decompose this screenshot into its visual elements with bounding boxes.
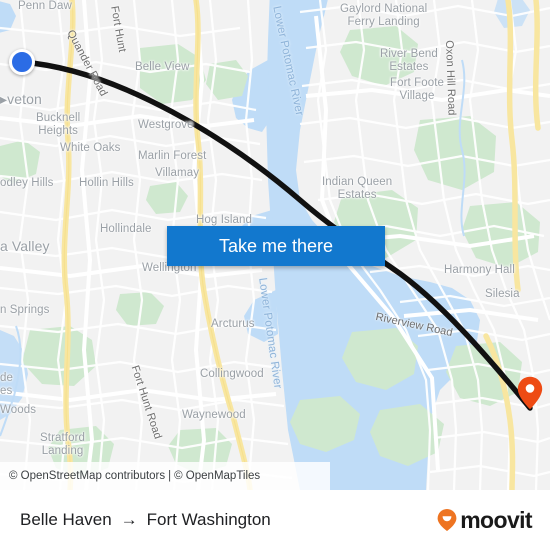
- route-origin-label: Belle Haven: [20, 510, 112, 529]
- arrow-right-icon: →: [120, 510, 138, 529]
- destination-marker[interactable]: [517, 376, 543, 410]
- moovit-route-card: Penn Daw Quander Road Fort Hunt Belle View G…: [0, 0, 550, 550]
- map-attribution: © OpenStreetMap contributors | © OpenMap…: [0, 462, 330, 490]
- route-destination-label: Fort Washington: [146, 510, 271, 529]
- moovit-pin-icon: [437, 509, 457, 531]
- attribution-osm[interactable]: © OpenStreetMap contributors: [9, 470, 165, 482]
- cta-label: Take me there: [218, 235, 334, 256]
- origin-marker[interactable]: [9, 49, 35, 75]
- take-me-there-button[interactable]: Take me there: [167, 226, 385, 266]
- moovit-wordmark: moovit: [460, 506, 532, 533]
- attribution-maptiles[interactable]: © OpenMapTiles: [174, 470, 260, 482]
- moovit-logo[interactable]: moovit: [436, 506, 533, 534]
- route-summary: Belle Haven → Fort Washington: [20, 510, 271, 530]
- map-canvas[interactable]: Penn Daw Quander Road Fort Hunt Belle View G…: [0, 0, 550, 490]
- map-pin-icon: [517, 376, 543, 410]
- attribution-separator: |: [168, 470, 172, 482]
- footer-bar: Belle Haven → Fort Washington moovit: [0, 490, 550, 550]
